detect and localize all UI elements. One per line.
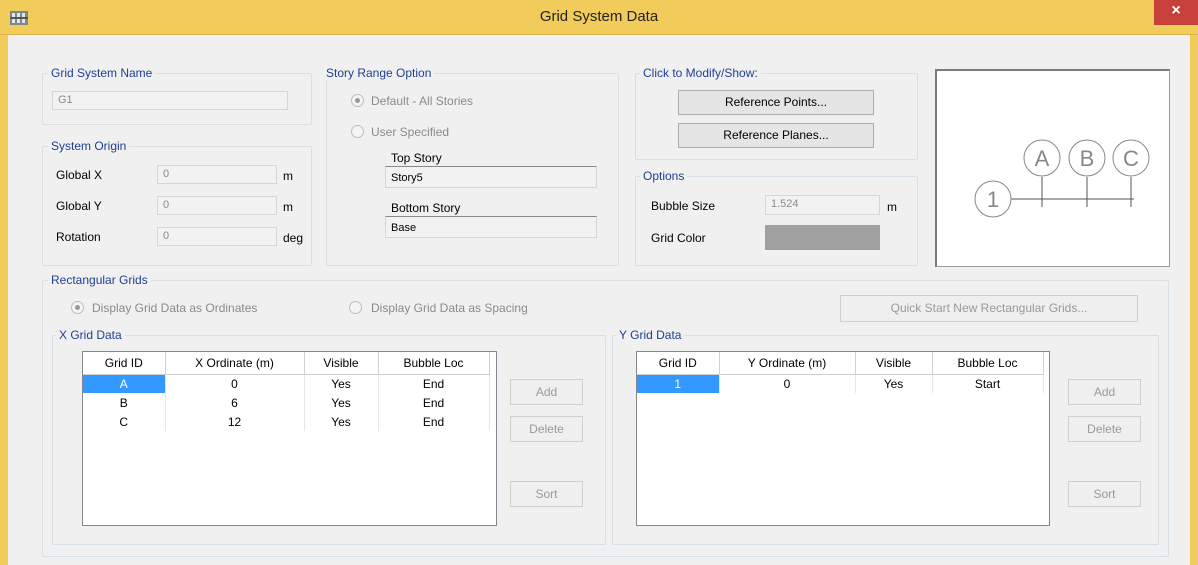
table-cell[interactable]: C [83, 412, 166, 431]
grid-preview-panel: A B C 1 [935, 69, 1170, 267]
reference-planes-button[interactable]: Reference Planes... [678, 123, 874, 148]
table-cell[interactable]: A [83, 374, 166, 393]
display-ordinates-label[interactable]: Display Grid Data as Ordinates [92, 301, 257, 315]
table-row[interactable]: A 0 Yes End [83, 374, 490, 393]
bottom-story-label: Bottom Story [391, 201, 461, 215]
bottom-story-field[interactable]: Base [385, 216, 597, 238]
grid-color-swatch[interactable] [765, 225, 880, 250]
default-all-stories-radio[interactable] [351, 94, 364, 107]
column-header[interactable]: Y Ordinate (m) [719, 352, 856, 375]
grid-system-name-label: Grid System Name [48, 66, 156, 80]
y-grid-header-row: Grid ID Y Ordinate (m) Visible Bubble Lo… [637, 352, 1044, 375]
column-header[interactable]: Grid ID [637, 352, 720, 375]
bubble-1: 1 [987, 187, 999, 212]
table-cell[interactable]: 12 [165, 412, 305, 431]
table-cell[interactable]: Yes [304, 374, 379, 393]
column-header[interactable]: Bubble Loc [932, 352, 1044, 375]
top-story-field[interactable]: Story5 [385, 166, 597, 188]
system-origin-label: System Origin [48, 139, 130, 153]
column-header[interactable]: Grid ID [83, 352, 166, 375]
table-cell[interactable]: 0 [719, 374, 856, 393]
display-ordinates-radio[interactable] [71, 301, 84, 314]
bubble-size-unit: m [887, 200, 897, 214]
click-modify-label: Click to Modify/Show: [640, 66, 761, 80]
display-spacing-label[interactable]: Display Grid Data as Spacing [371, 301, 528, 315]
options-label: Options [640, 169, 688, 183]
table-row[interactable]: C 12 Yes End [83, 412, 490, 431]
rectangular-grids-group: Rectangular Grids Display Grid Data as O… [42, 273, 1169, 557]
table-cell[interactable]: Start [932, 374, 1044, 393]
grid-system-name-group: Grid System Name G1 [42, 66, 312, 125]
user-specified-label[interactable]: User Specified [371, 125, 449, 139]
bubble-a: A [1035, 146, 1050, 171]
rotation-field[interactable]: 0 [157, 227, 277, 246]
options-group: Options Bubble Size 1.524 m Grid Color [635, 169, 918, 266]
global-y-label: Global Y [56, 199, 102, 213]
bubble-b: B [1080, 146, 1095, 171]
x-grid-table[interactable]: Grid ID X Ordinate (m) Visible Bubble Lo… [82, 351, 497, 526]
global-y-unit: m [283, 200, 293, 214]
system-origin-group: System Origin Global X 0 m Global Y 0 m … [42, 139, 312, 266]
y-grid-table[interactable]: Grid ID Y Ordinate (m) Visible Bubble Lo… [636, 351, 1050, 526]
global-x-field[interactable]: 0 [157, 165, 277, 184]
table-cell[interactable]: Yes [855, 374, 933, 393]
table-cell[interactable]: B [83, 393, 166, 412]
y-add-button[interactable]: Add [1068, 379, 1141, 405]
dialog-body: Grid System Name G1 System Origin Global… [8, 35, 1190, 565]
grid-preview-drawing: A B C 1 [974, 139, 1150, 218]
table-cell[interactable]: End [378, 412, 490, 431]
table-row[interactable]: 1 0 Yes Start [637, 374, 1044, 393]
x-delete-button[interactable]: Delete [510, 416, 583, 442]
rectangular-grids-label: Rectangular Grids [48, 273, 151, 287]
y-sort-button[interactable]: Sort [1068, 481, 1141, 507]
column-header[interactable]: X Ordinate (m) [165, 352, 305, 375]
column-header[interactable]: Visible [304, 352, 379, 375]
table-cell[interactable]: End [378, 374, 490, 393]
bubble-c: C [1123, 146, 1139, 171]
story-range-group: Story Range Option Default - All Stories… [323, 66, 619, 266]
column-header[interactable]: Visible [855, 352, 933, 375]
x-add-button[interactable]: Add [510, 379, 583, 405]
global-y-field[interactable]: 0 [157, 196, 277, 215]
x-sort-button[interactable]: Sort [510, 481, 583, 507]
table-cell[interactable]: 6 [165, 393, 305, 412]
close-button[interactable]: × [1154, 0, 1198, 25]
table-cell[interactable]: Yes [304, 393, 379, 412]
x-grid-header-row: Grid ID X Ordinate (m) Visible Bubble Lo… [83, 352, 490, 375]
table-row[interactable]: B 6 Yes End [83, 393, 490, 412]
rotation-label: Rotation [56, 230, 101, 244]
window-frame-right [1190, 35, 1198, 565]
user-specified-radio[interactable] [351, 125, 364, 138]
click-modify-group: Click to Modify/Show: Reference Points..… [635, 66, 918, 160]
x-grid-group: X Grid Data Grid ID X Ordinate (m) Visib… [52, 328, 606, 545]
column-header[interactable]: Bubble Loc [378, 352, 490, 375]
window-frame-left [0, 35, 8, 565]
reference-points-button[interactable]: Reference Points... [678, 90, 874, 115]
y-grid-label: Y Grid Data [616, 328, 685, 342]
bubble-size-field[interactable]: 1.524 [765, 195, 880, 215]
x-grid-label: X Grid Data [56, 328, 125, 342]
table-cell[interactable]: Yes [304, 412, 379, 431]
y-grid-group: Y Grid Data Grid ID Y Ordinate (m) Visib… [612, 328, 1159, 545]
global-x-unit: m [283, 169, 293, 183]
quick-start-button[interactable]: Quick Start New Rectangular Grids... [840, 295, 1138, 322]
y-delete-button[interactable]: Delete [1068, 416, 1141, 442]
window-title: Grid System Data [539, 8, 659, 25]
table-cell[interactable]: End [378, 393, 490, 412]
display-spacing-radio[interactable] [349, 301, 362, 314]
default-all-stories-label[interactable]: Default - All Stories [371, 94, 473, 108]
table-cell[interactable]: 0 [165, 374, 305, 393]
grid-system-name-field[interactable]: G1 [52, 91, 288, 110]
bubble-size-label: Bubble Size [651, 199, 716, 213]
top-story-label: Top Story [391, 151, 442, 165]
grid-color-label: Grid Color [651, 231, 706, 245]
story-range-label: Story Range Option [323, 66, 435, 80]
table-cell[interactable]: 1 [637, 374, 720, 393]
rotation-unit: deg [283, 231, 304, 245]
global-x-label: Global X [56, 168, 103, 182]
